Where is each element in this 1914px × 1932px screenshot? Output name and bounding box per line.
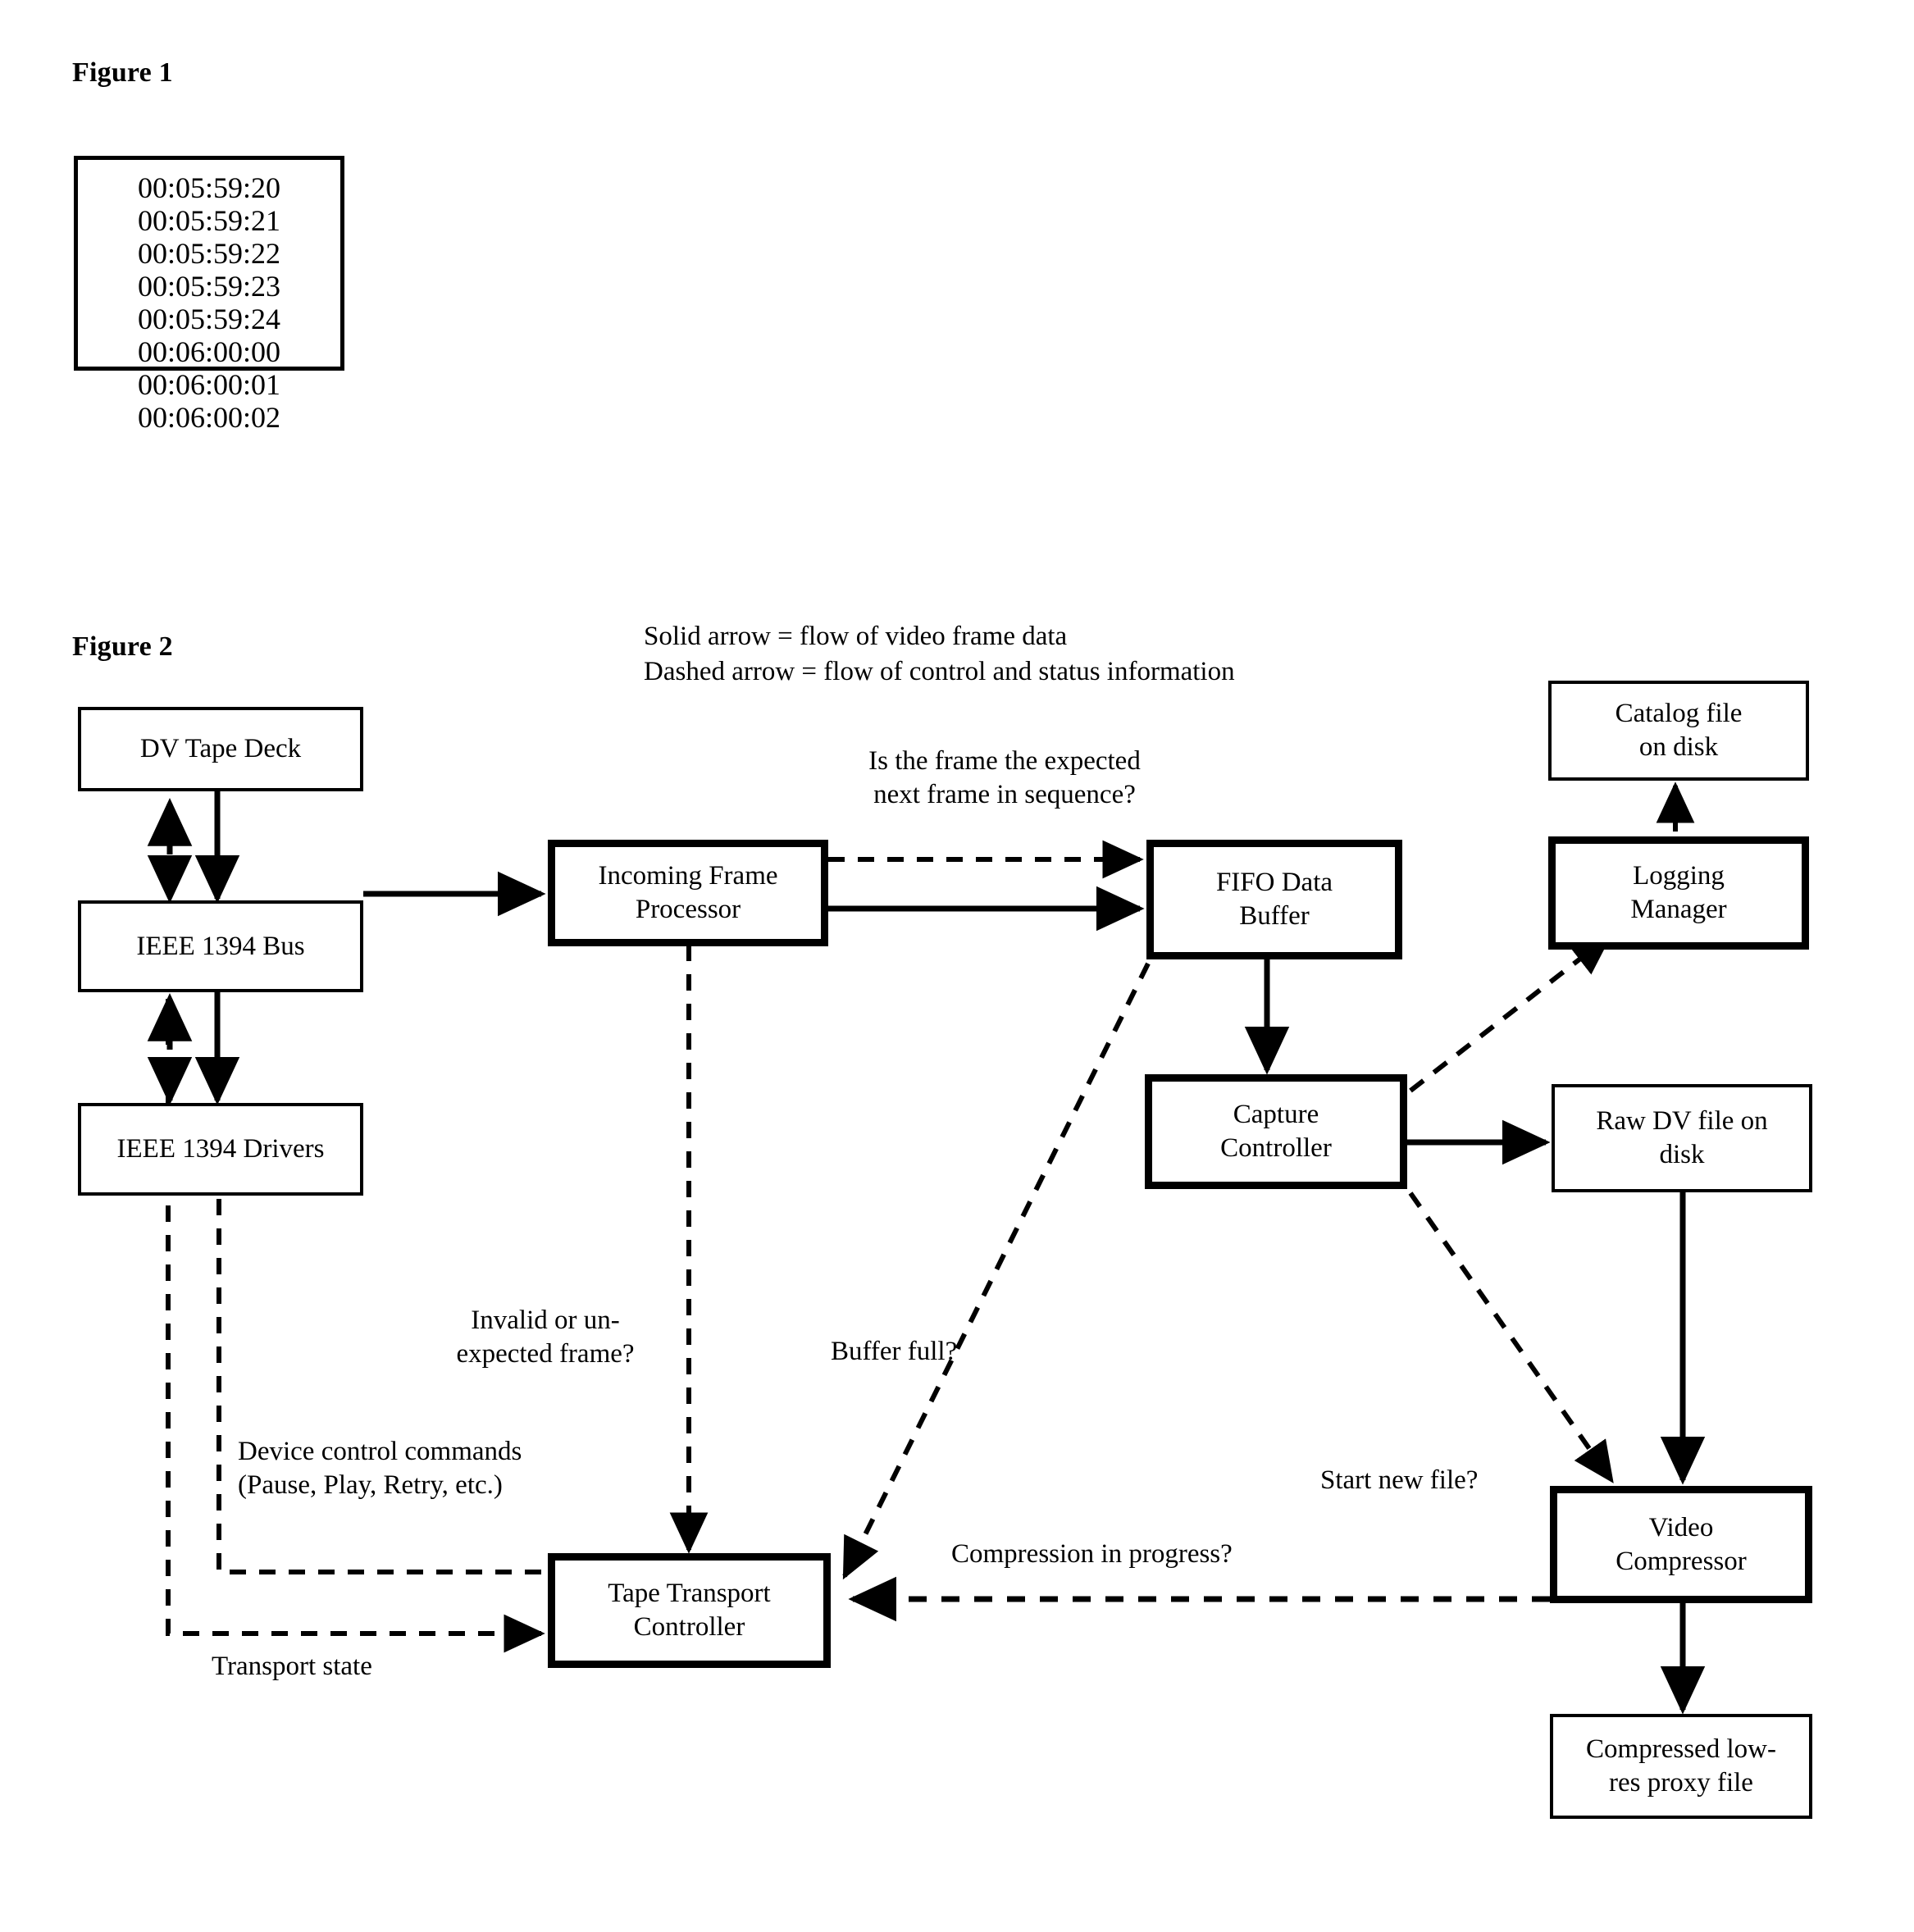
node-catalog-file[interactable]: Catalog file on disk: [1548, 681, 1809, 781]
node-raw-dv-file-label: Raw DV file on disk: [1596, 1106, 1768, 1169]
node-tape-transport-controller[interactable]: Tape Transport Controller: [548, 1553, 831, 1668]
timecode-item: 00:06:00:00: [137, 335, 280, 368]
timecode-item: 00:05:59:20: [137, 171, 280, 204]
node-logging-manager-label: Logging Manager: [1630, 861, 1727, 924]
node-tape-transport-controller-label: Tape Transport Controller: [608, 1579, 771, 1642]
edge-label-invalid-frame: Invalid or un- expected frame?: [456, 1305, 635, 1369]
node-fifo-data-buffer[interactable]: FIFO Data Buffer: [1146, 840, 1402, 959]
timecode-item: 00:06:00:01: [137, 368, 280, 401]
timecode-item: 00:05:59:23: [137, 270, 280, 303]
node-dv-tape-deck-label: DV Tape Deck: [139, 734, 302, 763]
node-incoming-frame-processor-label: Incoming Frame Processor: [598, 861, 778, 924]
timecode-item: 00:05:59:22: [137, 237, 280, 270]
edge-capture-compressor-control: [1408, 1192, 1614, 1483]
edge-label-compression-in-progress: Compression in progress?: [951, 1539, 1233, 1569]
node-compressed-proxy-file[interactable]: Compressed low- res proxy file: [1550, 1714, 1812, 1819]
node-ieee-1394-drivers[interactable]: IEEE 1394 Drivers: [78, 1103, 363, 1196]
node-ieee-1394-bus[interactable]: IEEE 1394 Bus: [78, 900, 363, 992]
node-incoming-frame-processor[interactable]: Incoming Frame Processor: [548, 840, 828, 946]
legend-dashed-arrow: Dashed arrow = flow of control and statu…: [644, 657, 1235, 686]
timecode-item: 00:06:00:02: [137, 401, 280, 434]
figure-2-diagram: Solid arrow = flow of video frame data D…: [0, 622, 1914, 1919]
node-catalog-file-label: Catalog file on disk: [1615, 699, 1743, 762]
edge-label-transport-state: Transport state: [212, 1652, 372, 1681]
patent-figure-page: Figure 1 00:05:59:20 00:05:59:21 00:05:5…: [0, 0, 1914, 1932]
edge-capture-logging-control: [1409, 934, 1612, 1093]
node-dv-tape-deck[interactable]: DV Tape Deck: [78, 707, 363, 791]
node-ieee-1394-bus-label: IEEE 1394 Bus: [136, 931, 305, 961]
edge-drivers-ttc-state: [166, 969, 545, 1653]
timecode-list: 00:05:59:20 00:05:59:21 00:05:59:22 00:0…: [78, 160, 340, 434]
figure-1-title: Figure 1: [72, 57, 173, 88]
node-capture-controller[interactable]: Capture Controller: [1145, 1074, 1407, 1189]
figure-2-title: Figure 2: [72, 631, 173, 662]
node-compressed-proxy-file-label: Compressed low- res proxy file: [1586, 1734, 1776, 1798]
timecode-item: 00:05:59:21: [137, 204, 280, 237]
edge-label-expected-next-frame: Is the frame the expected next frame in …: [868, 746, 1141, 809]
timecode-item: 00:05:59:24: [137, 303, 280, 335]
edge-fifo-ttc-control: [842, 962, 1151, 1580]
edge-label-buffer-full: Buffer full?: [831, 1337, 958, 1366]
edge-label-start-new-file: Start new file?: [1320, 1465, 1479, 1495]
node-capture-controller-label: Capture Controller: [1220, 1100, 1332, 1163]
edge-label-device-control-commands: Device control commands (Pause, Play, Re…: [238, 1437, 522, 1500]
node-raw-dv-file[interactable]: Raw DV file on disk: [1552, 1084, 1812, 1192]
legend-solid-arrow: Solid arrow = flow of video frame data: [644, 622, 1068, 651]
node-video-compressor[interactable]: Video Compressor: [1550, 1486, 1812, 1603]
node-logging-manager[interactable]: Logging Manager: [1548, 836, 1809, 950]
node-fifo-data-buffer-label: FIFO Data Buffer: [1215, 868, 1333, 931]
node-video-compressor-label: Video Compressor: [1616, 1512, 1747, 1576]
node-ieee-1394-drivers-label: IEEE 1394 Drivers: [116, 1134, 325, 1164]
timecode-list-box: 00:05:59:20 00:05:59:21 00:05:59:22 00:0…: [74, 156, 344, 434]
